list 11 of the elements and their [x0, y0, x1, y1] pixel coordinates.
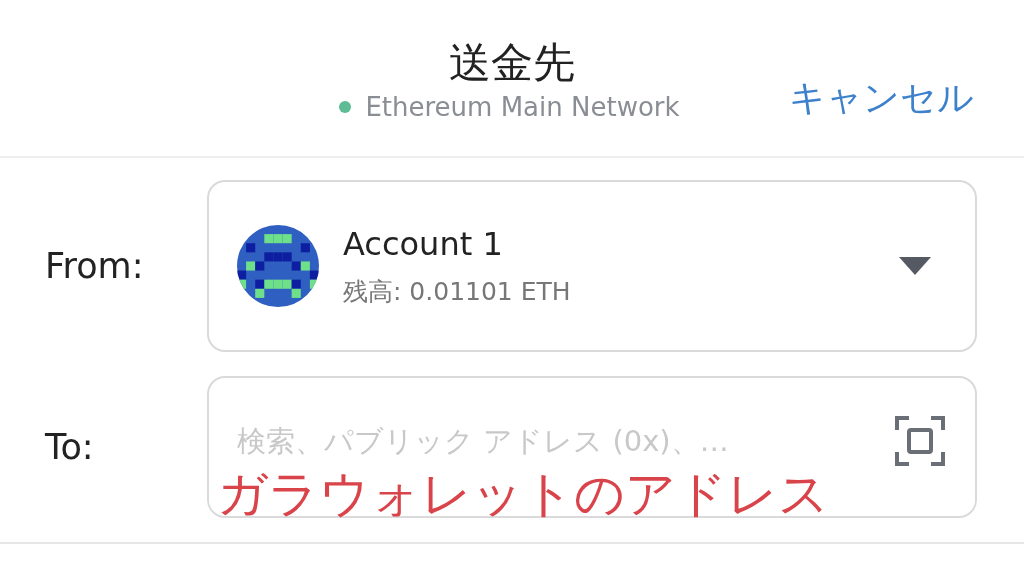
account-balance: 残高: 0.01101 ETH [343, 275, 572, 308]
cancel-button[interactable]: キャンセル [789, 74, 974, 123]
to-label: To: [45, 427, 95, 467]
scan-icon[interactable] [895, 416, 945, 466]
caret-icon [899, 257, 931, 275]
account-selector[interactable]: Account 1 残高: 0.01101 ETH [207, 180, 977, 352]
screen-title: 送金先 [449, 38, 575, 88]
account-name: Account 1 [343, 224, 504, 263]
from-label: From: [45, 246, 145, 286]
status-dot-icon [339, 101, 352, 113]
network-name: Ethereum Main Network [365, 92, 680, 122]
